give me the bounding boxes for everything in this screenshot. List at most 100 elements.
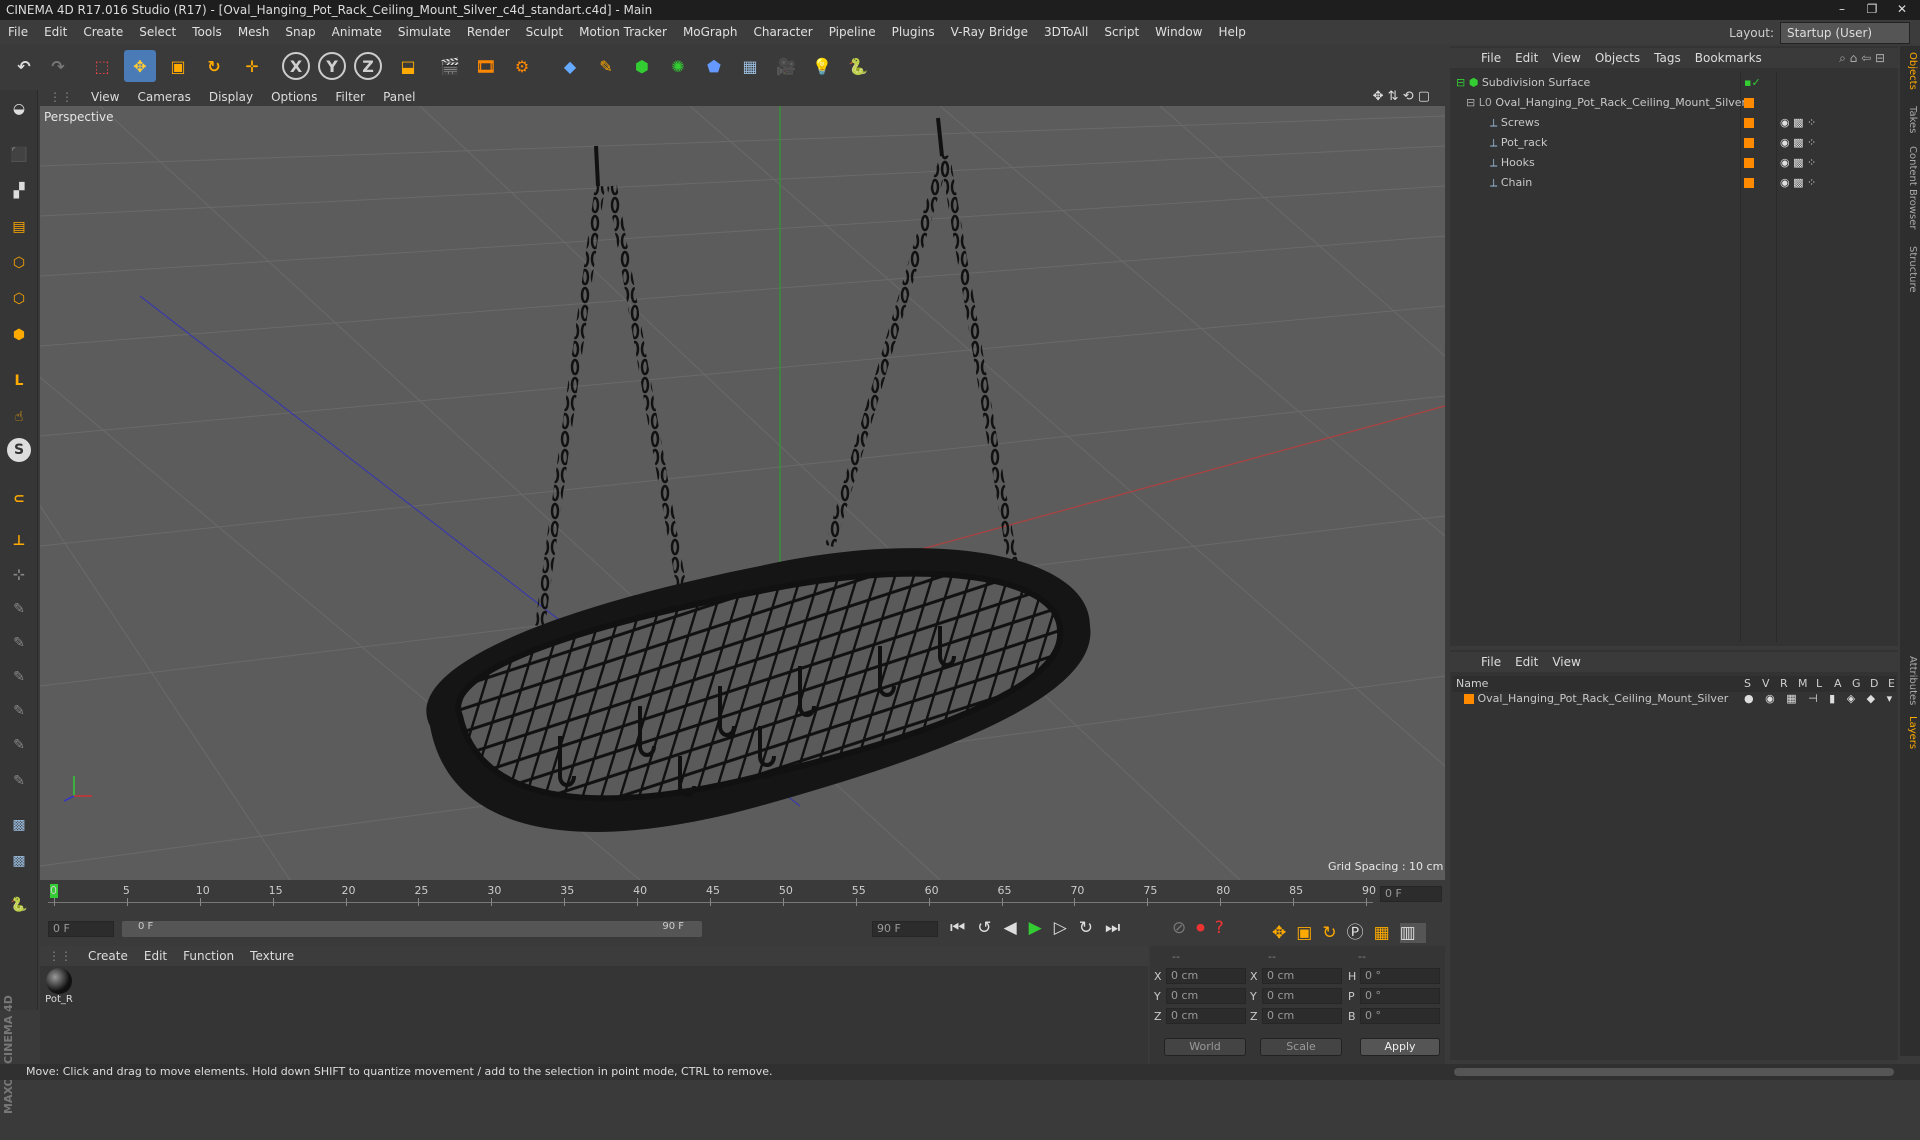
menu-window[interactable]: Window: [1147, 20, 1210, 44]
material-menu-edit[interactable]: Edit: [136, 946, 175, 966]
texture-tag-icon[interactable]: ◉ ▩ ⁘: [1780, 154, 1816, 172]
goto-start-icon[interactable]: ⏮: [950, 918, 977, 938]
layer-toggle-icons[interactable]: ● ◉ ▦ ⊣ ▮ ◈ ◆ ▾: [1744, 690, 1896, 708]
maximize-icon[interactable]: ❐: [1858, 0, 1886, 18]
prev-frame-icon[interactable]: ◀: [1004, 918, 1029, 938]
layer-color-swatch[interactable]: [1744, 98, 1754, 108]
enabled-check-icon[interactable]: ▪✓: [1744, 74, 1761, 92]
material-menu-texture[interactable]: Texture: [242, 946, 302, 966]
light-object-icon[interactable]: 💡: [806, 50, 838, 82]
close-icon[interactable]: ✕: [1888, 0, 1916, 18]
object-row-pot-rack-root[interactable]: ⊟ L0 Oval_Hanging_Pot_Rack_Ceiling_Mount…: [1466, 94, 1754, 112]
record-icon[interactable]: ⏺: [1196, 918, 1215, 938]
points-mode-icon[interactable]: ⬡: [4, 248, 34, 278]
next-key-icon[interactable]: ↻: [1079, 918, 1105, 938]
cube-object-icon[interactable]: ◆: [554, 50, 586, 82]
key-scale-icon[interactable]: ▣: [1296, 923, 1322, 943]
spline-pen-icon[interactable]: ✎: [590, 50, 622, 82]
menu-script[interactable]: Script: [1096, 20, 1147, 44]
undo-icon[interactable]: ↶: [8, 50, 40, 82]
key-parameter-icon[interactable]: Ⓟ: [1347, 923, 1374, 943]
minimize-icon[interactable]: –: [1828, 0, 1856, 18]
menu-plugins[interactable]: Plugins: [884, 20, 943, 44]
position-z-field[interactable]: 0 cm: [1166, 1008, 1246, 1024]
workplane-mode-icon[interactable]: ▤: [4, 212, 34, 242]
size-mode-dropdown[interactable]: Scale: [1260, 1038, 1342, 1056]
menu-snap[interactable]: Snap: [277, 20, 323, 44]
viewport-menu-panel[interactable]: Panel: [374, 88, 424, 106]
menu-create[interactable]: Create: [75, 20, 131, 44]
model-mode-icon[interactable]: ⬛: [4, 140, 34, 170]
viewport-menu-options[interactable]: Options: [262, 88, 326, 106]
menu-help[interactable]: Help: [1210, 20, 1253, 44]
objects-menu-objects[interactable]: Objects: [1588, 48, 1647, 68]
scale-tool-icon[interactable]: ▣: [162, 50, 194, 82]
render-picture-viewer-icon[interactable]: 🎞: [470, 50, 502, 82]
menu-select[interactable]: Select: [131, 20, 184, 44]
layer-color-swatch[interactable]: [1744, 178, 1754, 188]
x-axis-lock-icon[interactable]: X: [282, 52, 310, 80]
size-z-field[interactable]: 0 cm: [1262, 1008, 1342, 1024]
key-position-icon[interactable]: ✥: [1272, 923, 1296, 943]
key-pla-icon[interactable]: ▦: [1374, 923, 1400, 943]
auto-key-icon[interactable]: ?: [1215, 918, 1234, 938]
position-x-field[interactable]: 0 cm: [1166, 968, 1246, 984]
position-y-field[interactable]: 0 cm: [1166, 988, 1246, 1004]
menu-vray-bridge[interactable]: V-Ray Bridge: [943, 20, 1036, 44]
y-axis-lock-icon[interactable]: Y: [318, 52, 346, 80]
object-row-pot-rack[interactable]: ⟂ Pot_rack ◉ ▩ ⁘: [1490, 134, 1816, 152]
render-view-icon[interactable]: 🎬: [434, 50, 466, 82]
layer-color-swatch[interactable]: [1744, 138, 1754, 148]
texture-mode-icon[interactable]: ▞: [4, 176, 34, 206]
goto-end-icon[interactable]: ⏭: [1105, 918, 1132, 938]
python-script-icon[interactable]: 🐍: [4, 890, 34, 920]
rotation-h-field[interactable]: 0 °: [1360, 968, 1440, 984]
sculpt-inflate-icon[interactable]: ✎: [4, 662, 34, 692]
layer-row[interactable]: Oval_Hanging_Pot_Rack_Ceiling_Mount_Silv…: [1464, 690, 1892, 708]
layer-color-swatch[interactable]: [1464, 694, 1474, 704]
tab-structure[interactable]: Structure: [1902, 246, 1918, 293]
menu-character[interactable]: Character: [745, 20, 820, 44]
live-selection-icon[interactable]: ⬚: [86, 50, 118, 82]
size-y-field[interactable]: 0 cm: [1262, 988, 1342, 1004]
rotation-b-field[interactable]: 0 °: [1360, 1008, 1440, 1024]
tab-layers[interactable]: Layers: [1902, 716, 1918, 749]
tab-objects[interactable]: Objects: [1902, 52, 1918, 90]
start-frame-field[interactable]: 0 F: [48, 921, 114, 937]
viewport-navigation-icons[interactable]: ✥ ⇅ ⟲ ▢: [1364, 88, 1439, 106]
menu-mograph[interactable]: MoGraph: [675, 20, 746, 44]
tweak-mode-icon[interactable]: ☝: [4, 402, 34, 432]
subdivision-surface-icon[interactable]: ⬢: [626, 50, 658, 82]
sculpt-smooth-icon[interactable]: ✎: [4, 628, 34, 658]
objects-menu-view[interactable]: View: [1545, 48, 1587, 68]
tab-takes[interactable]: Takes: [1902, 106, 1918, 133]
transform-tool-icon[interactable]: ✛: [236, 50, 268, 82]
apply-button[interactable]: Apply: [1360, 1038, 1440, 1056]
menu-tools[interactable]: Tools: [184, 20, 230, 44]
layers-menu-edit[interactable]: Edit: [1508, 652, 1545, 672]
deformer-icon[interactable]: ⬟: [698, 50, 730, 82]
object-row-chain[interactable]: ⟂ Chain ◉ ▩ ⁘: [1490, 174, 1816, 192]
sculpt-knife-icon[interactable]: ✎: [4, 766, 34, 796]
tab-content-browser[interactable]: Content Browser: [1902, 146, 1918, 229]
sculpt-pull-icon[interactable]: ✎: [4, 594, 34, 624]
objects-menu-tags[interactable]: Tags: [1647, 48, 1688, 68]
objects-menu-bookmarks[interactable]: Bookmarks: [1688, 48, 1769, 68]
viewport-menu-view[interactable]: View: [82, 88, 128, 106]
sculpt-grab-icon[interactable]: ✎: [4, 730, 34, 760]
sculpt-flatten-icon[interactable]: ✎: [4, 696, 34, 726]
layout-dropdown[interactable]: Startup (User): [1780, 22, 1910, 44]
workplane-icon[interactable]: ⊥: [4, 526, 34, 556]
menu-simulate[interactable]: Simulate: [390, 20, 459, 44]
timeline-window-icon[interactable]: ▥: [1399, 923, 1426, 943]
menu-mesh[interactable]: Mesh: [230, 20, 278, 44]
object-row-screws[interactable]: ⟂ Screws ◉ ▩ ⁘: [1490, 114, 1816, 132]
python-icon[interactable]: 🐍: [842, 50, 874, 82]
layer-color-swatch[interactable]: [1744, 118, 1754, 128]
edges-mode-icon[interactable]: ⬡: [4, 284, 34, 314]
render-settings-icon[interactable]: ⚙: [506, 50, 538, 82]
menu-pipeline[interactable]: Pipeline: [821, 20, 884, 44]
viewport-menu-filter[interactable]: Filter: [326, 88, 374, 106]
make-editable-icon[interactable]: ◒: [4, 94, 34, 124]
quantize-icon[interactable]: ⊹: [4, 560, 34, 590]
